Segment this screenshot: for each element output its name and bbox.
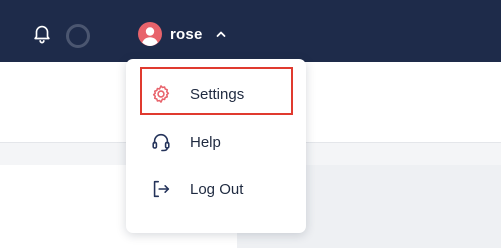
status-ring-icon[interactable]: [66, 24, 90, 48]
bell-icon[interactable]: [31, 22, 53, 44]
menu-item-label: Help: [190, 133, 221, 151]
menu-item-help[interactable]: Help: [126, 120, 306, 164]
user-menu-toggle[interactable]: rose: [130, 16, 238, 52]
top-navigation-bar: rose: [0, 0, 501, 62]
menu-item-settings[interactable]: Settings: [126, 72, 306, 116]
gear-icon: [152, 85, 170, 103]
user-avatar-icon: [138, 22, 162, 46]
chevron-up-icon: [216, 31, 225, 37]
user-dropdown-menu: Settings Help Log Out: [126, 59, 306, 233]
menu-item-log-out[interactable]: Log Out: [126, 167, 306, 211]
menu-item-label: Settings: [190, 85, 245, 103]
headset-icon: [152, 133, 170, 152]
username-label: rose: [170, 25, 203, 43]
logout-icon: [153, 180, 170, 198]
menu-item-label: Log Out: [190, 180, 244, 198]
